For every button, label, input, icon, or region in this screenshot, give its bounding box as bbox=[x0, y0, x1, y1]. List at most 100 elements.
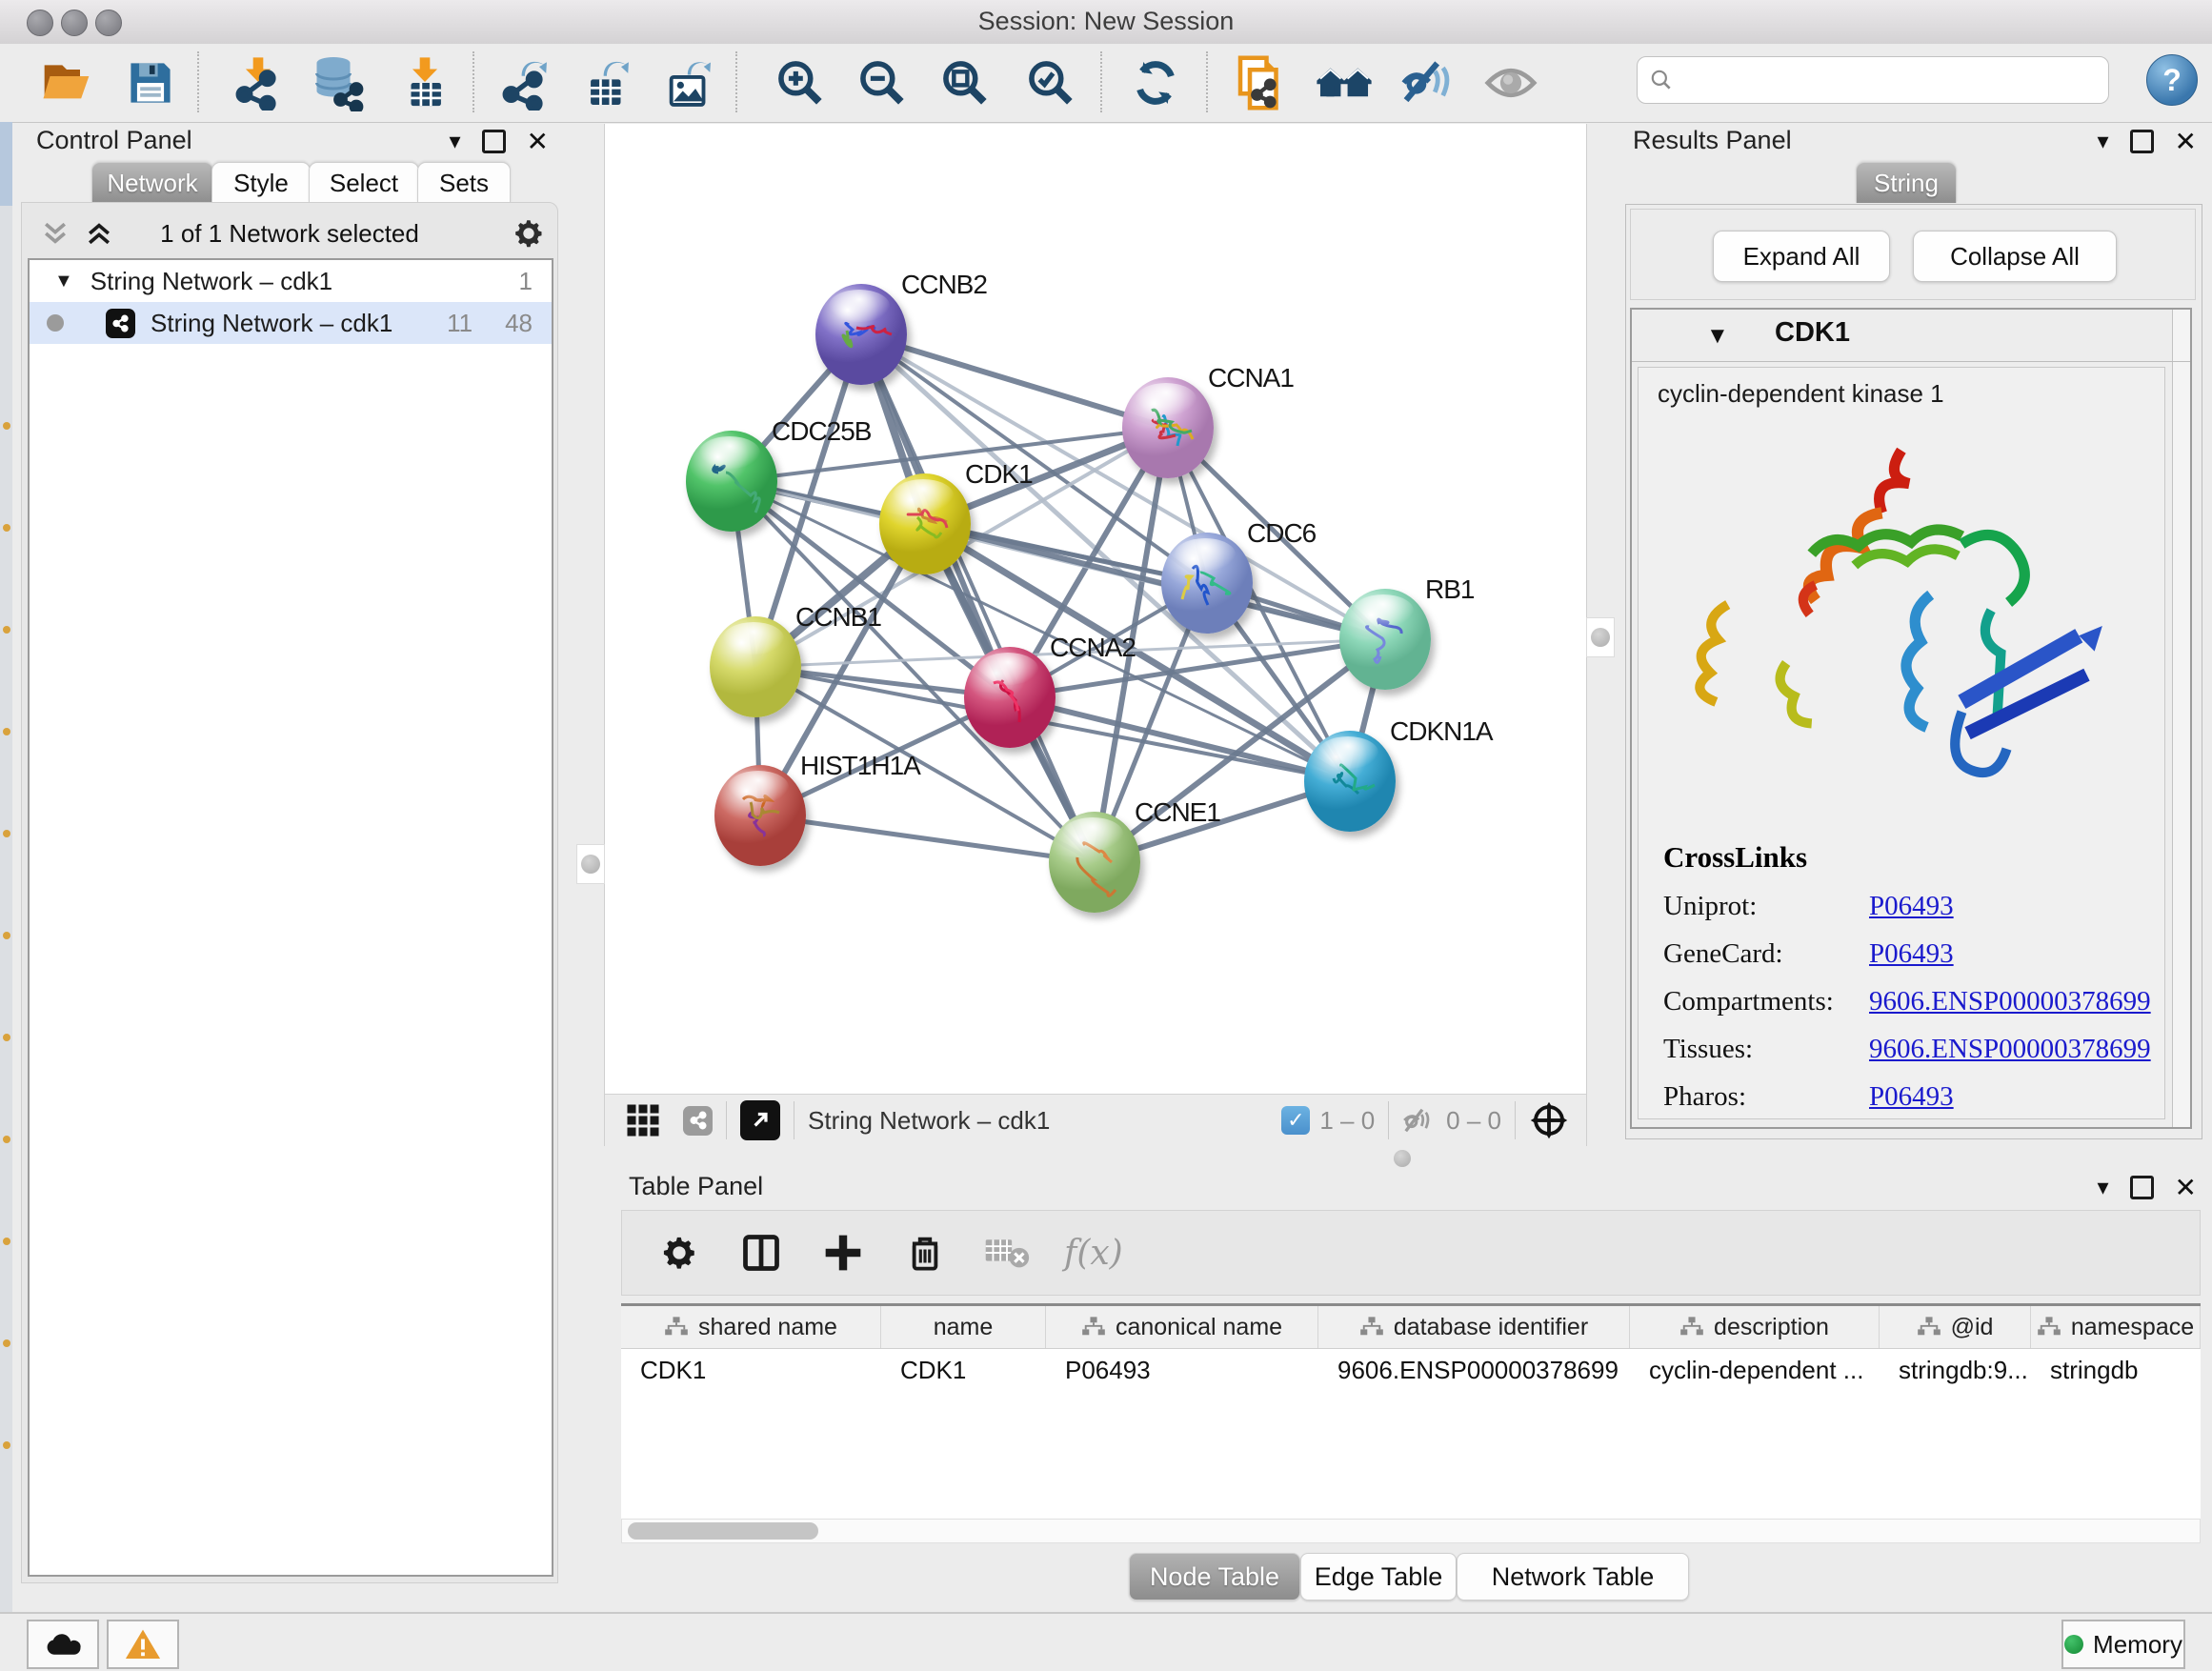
delete-column-trash-icon[interactable] bbox=[900, 1228, 950, 1278]
crosslink-link[interactable]: P06493 bbox=[1869, 938, 1954, 970]
table-options-gear-icon[interactable] bbox=[654, 1228, 704, 1278]
collection-expander-icon[interactable]: ▼ bbox=[54, 271, 73, 292]
network-node-HIST1H1A[interactable] bbox=[714, 765, 806, 866]
expand-all-button[interactable]: Expand All bbox=[1713, 231, 1890, 282]
column-header-canonical-name[interactable]: canonical name bbox=[1046, 1306, 1318, 1348]
protein-expander-icon[interactable]: ▼ bbox=[1706, 323, 1729, 350]
tab-style[interactable]: Style bbox=[211, 162, 311, 203]
column-header-namespace[interactable]: namespace bbox=[2031, 1306, 2201, 1348]
refresh-icon[interactable] bbox=[1124, 51, 1187, 114]
network-edge[interactable] bbox=[760, 815, 1095, 862]
tab-network[interactable]: Network bbox=[91, 162, 213, 203]
open-session-icon[interactable] bbox=[35, 51, 98, 114]
results-scrollbar[interactable] bbox=[2172, 310, 2190, 1127]
network-node-CCNA1[interactable] bbox=[1122, 377, 1214, 478]
network-node-CDC25B[interactable] bbox=[686, 431, 777, 532]
network-node-CCNA2[interactable] bbox=[964, 647, 1056, 748]
network-node-CCNB1[interactable] bbox=[710, 616, 801, 717]
export-image-icon[interactable] bbox=[658, 51, 721, 114]
network-options-gear-icon[interactable] bbox=[512, 216, 546, 251]
eye-disabled-icon[interactable] bbox=[1479, 51, 1542, 114]
search-field[interactable] bbox=[1637, 56, 2109, 104]
network-node-CCNB2[interactable] bbox=[815, 284, 907, 385]
network-canvas[interactable]: CCNB2CCNA1CDC25BCDK1CDC6RB1CCNB1CCNA2CDK… bbox=[604, 124, 1587, 1094]
panel-close-icon[interactable]: ✕ bbox=[2175, 1172, 2197, 1203]
zoom-selected-icon[interactable] bbox=[1019, 51, 1082, 114]
cloud-status-button[interactable] bbox=[27, 1620, 99, 1669]
help-icon[interactable]: ? bbox=[2146, 54, 2198, 106]
warning-status-button[interactable] bbox=[107, 1620, 179, 1669]
network-node-CDKN1A[interactable] bbox=[1304, 731, 1396, 832]
hidden-items-eye-icon[interactable] bbox=[1402, 1106, 1437, 1135]
tab-select[interactable]: Select bbox=[309, 162, 419, 203]
left-splitter-handle[interactable] bbox=[576, 844, 605, 884]
search-input[interactable] bbox=[1681, 66, 2108, 94]
open-in-window-icon[interactable] bbox=[740, 1100, 780, 1140]
protein-header-row[interactable]: ▼ CDK1 bbox=[1632, 310, 2190, 362]
zoom-fit-icon[interactable] bbox=[934, 51, 996, 114]
column-header-database-identifier[interactable]: database identifier bbox=[1318, 1306, 1630, 1348]
import-network-file-icon[interactable] bbox=[227, 51, 290, 114]
panel-close-icon[interactable]: ✕ bbox=[2175, 126, 2197, 157]
selected-nodes-checkbox-icon[interactable]: ✓ bbox=[1281, 1106, 1310, 1135]
network-node-CCNE1[interactable] bbox=[1049, 812, 1140, 913]
panel-menu-caret-icon[interactable]: ▾ bbox=[449, 128, 460, 155]
table-cell[interactable]: stringdb bbox=[2031, 1349, 2201, 1391]
show-columns-icon[interactable] bbox=[736, 1228, 786, 1278]
table-cell[interactable]: CDK1 bbox=[621, 1349, 881, 1391]
grid-view-icon[interactable] bbox=[626, 1103, 660, 1137]
table-horizontal-scrollbar[interactable] bbox=[621, 1519, 2201, 1543]
collapse-all-button[interactable]: Collapse All bbox=[1913, 231, 2117, 282]
network-collection-row[interactable]: ▼ String Network – cdk1 1 bbox=[30, 260, 552, 302]
network-edge[interactable] bbox=[861, 334, 1095, 862]
panel-float-icon[interactable] bbox=[482, 130, 506, 153]
tab-edge-table[interactable]: Edge Table bbox=[1300, 1553, 1457, 1601]
crosslink-link[interactable]: 9606.ENSP00000378699 bbox=[1869, 1034, 2151, 1065]
import-network-database-icon[interactable] bbox=[307, 51, 370, 114]
hide-glasses-icon[interactable] bbox=[1397, 51, 1459, 114]
add-column-icon[interactable] bbox=[818, 1228, 868, 1278]
zoom-out-icon[interactable] bbox=[851, 51, 914, 114]
network-row[interactable]: String Network – cdk1 11 48 bbox=[30, 302, 552, 344]
network-node-CDK1[interactable] bbox=[879, 473, 971, 574]
table-cell[interactable]: cyclin-dependent ... bbox=[1630, 1349, 1880, 1391]
tab-sets[interactable]: Sets bbox=[417, 162, 511, 203]
import-table-icon[interactable] bbox=[393, 51, 456, 114]
network-share-view-icon[interactable] bbox=[683, 1106, 713, 1136]
network-edge[interactable] bbox=[925, 524, 1385, 639]
crosslink-link[interactable]: 9606.ENSP00000378699 bbox=[1869, 986, 2151, 1017]
memory-button[interactable]: Memory bbox=[2061, 1620, 2185, 1669]
panel-menu-caret-icon[interactable]: ▾ bbox=[2097, 1174, 2108, 1201]
table-cell[interactable]: stringdb:9... bbox=[1880, 1349, 2031, 1391]
tab-network-table[interactable]: Network Table bbox=[1457, 1553, 1689, 1601]
scrollbar-thumb[interactable] bbox=[628, 1522, 818, 1540]
column-header--id[interactable]: @id bbox=[1880, 1306, 2031, 1348]
node-label-HIST1H1A: HIST1H1A bbox=[800, 751, 920, 781]
birdseye-crosshair-icon[interactable] bbox=[1529, 1100, 1569, 1140]
copy-style-documents-icon[interactable] bbox=[1228, 51, 1291, 114]
save-session-icon[interactable] bbox=[119, 51, 182, 114]
network-node-CDC6[interactable] bbox=[1161, 533, 1253, 634]
export-table-icon[interactable] bbox=[575, 51, 638, 114]
tab-string[interactable]: String bbox=[1856, 162, 1957, 203]
network-node-RB1[interactable] bbox=[1339, 589, 1431, 690]
string-homes-icon[interactable] bbox=[1313, 51, 1376, 114]
crosslink-link[interactable]: P06493 bbox=[1869, 891, 1954, 922]
panel-close-icon[interactable]: ✕ bbox=[527, 126, 549, 157]
table-cell[interactable]: P06493 bbox=[1046, 1349, 1318, 1391]
right-splitter-handle[interactable] bbox=[1586, 617, 1615, 657]
panel-float-icon[interactable] bbox=[2130, 130, 2154, 153]
tab-node-table[interactable]: Node Table bbox=[1129, 1553, 1300, 1601]
panel-float-icon[interactable] bbox=[2130, 1176, 2154, 1199]
column-header-shared-name[interactable]: shared name bbox=[621, 1306, 881, 1348]
table-cell[interactable]: CDK1 bbox=[881, 1349, 1046, 1391]
column-header-description[interactable]: description bbox=[1630, 1306, 1880, 1348]
zoom-in-icon[interactable] bbox=[769, 51, 832, 114]
bottom-splitter-handle[interactable] bbox=[1383, 1148, 1421, 1169]
crosslink-link[interactable]: P06493 bbox=[1869, 1081, 1954, 1113]
table-row[interactable]: CDK1CDK1P064939606.ENSP00000378699cyclin… bbox=[621, 1349, 2201, 1391]
export-network-icon[interactable] bbox=[493, 51, 556, 114]
table-cell[interactable]: 9606.ENSP00000378699 bbox=[1318, 1349, 1630, 1391]
panel-menu-caret-icon[interactable]: ▾ bbox=[2097, 128, 2108, 155]
column-header-name[interactable]: name bbox=[881, 1306, 1046, 1348]
